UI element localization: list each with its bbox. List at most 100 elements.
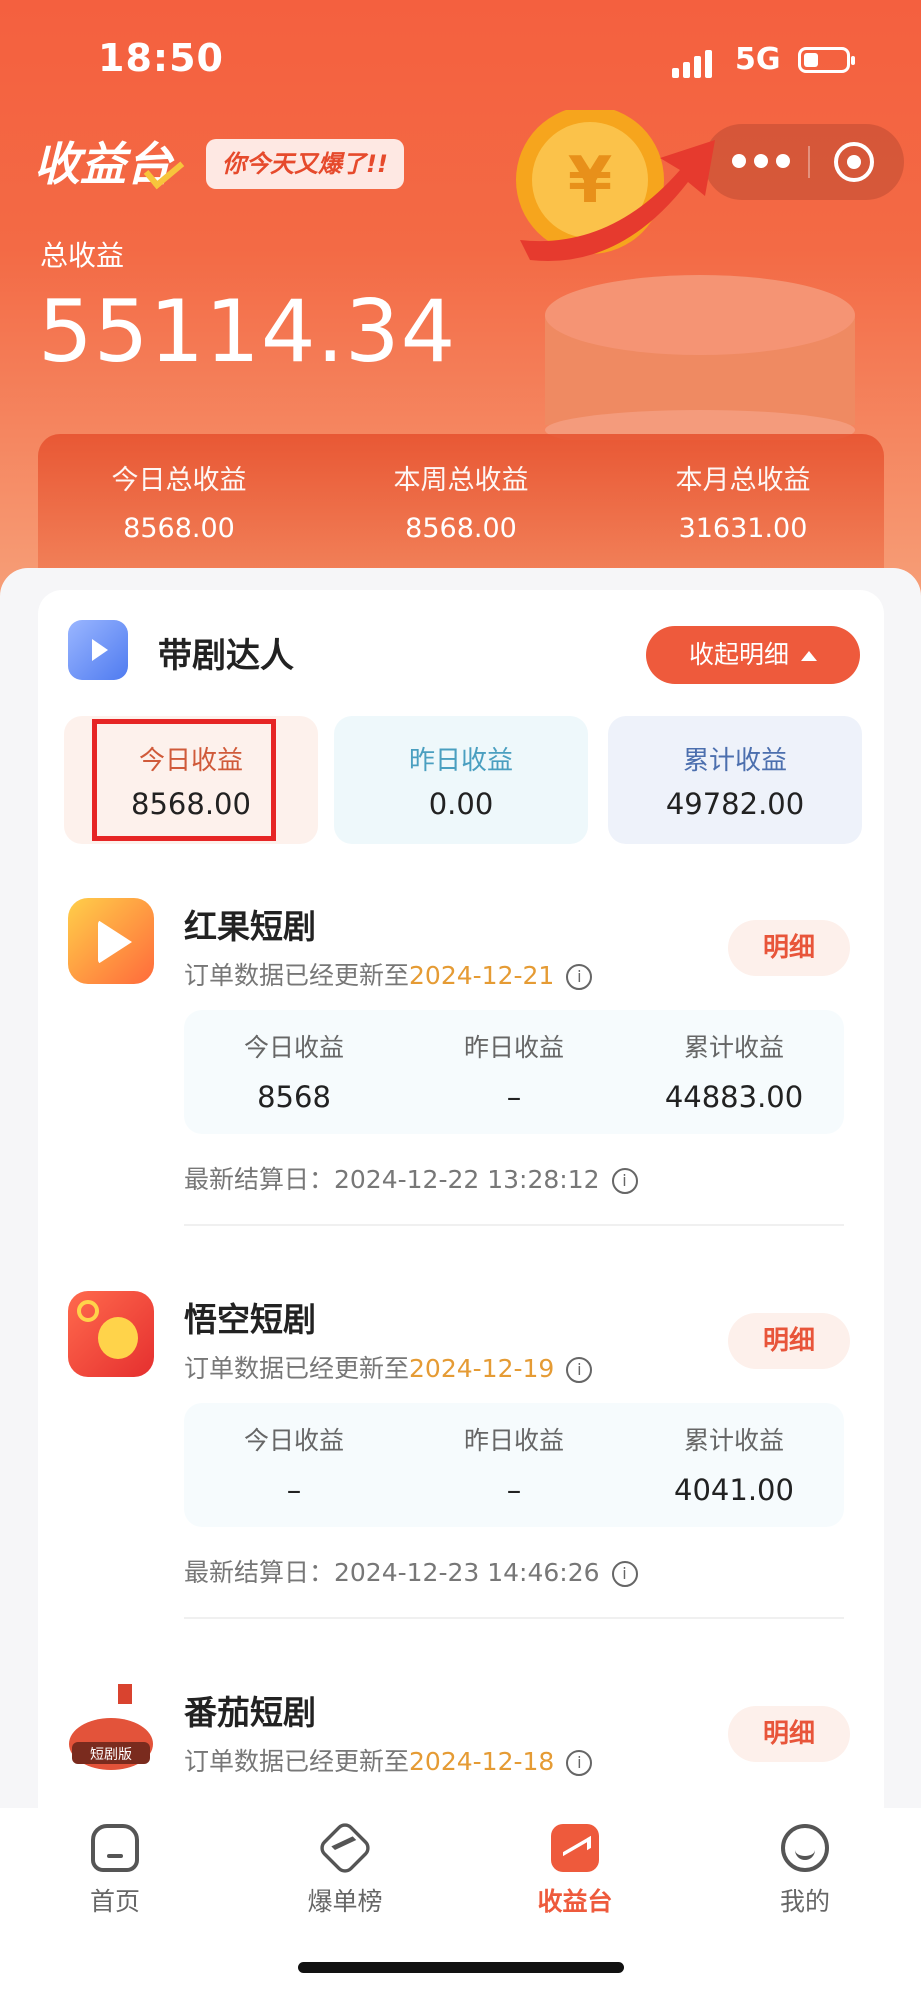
stat-value: 49782.00 — [665, 787, 805, 821]
wukong-app-icon — [68, 1291, 154, 1377]
stat-label: 今日收益 — [138, 746, 243, 776]
platform-stat-yesterday: 昨日收益 – — [404, 1421, 624, 1507]
stat-value: 44883.00 — [664, 1080, 804, 1114]
summary-label: 本周总收益 — [393, 465, 529, 496]
coin-illustration: ¥ — [516, 110, 855, 440]
content-area: 带剧达人 收起明细 今日收益 8568.00 昨日收益 0.00 累计收益 49… — [0, 568, 921, 1830]
stat-label: 昨日收益 — [408, 746, 513, 776]
platform-update: 订单数据已经更新至2024-12-18 i — [184, 1742, 593, 1778]
update-date: 2024-12-19 — [409, 1354, 555, 1383]
caret-up-icon — [801, 651, 817, 661]
signal-icon — [672, 48, 718, 78]
slogan-badge: 你今天又爆了!! — [206, 139, 404, 189]
detail-button[interactable]: 明细 — [728, 1706, 850, 1762]
status-time: 18:50 — [98, 36, 224, 80]
svg-text:¥: ¥ — [568, 144, 613, 218]
platform-update: 订单数据已经更新至2024-12-19 i — [184, 1349, 593, 1385]
summary-label: 本月总收益 — [675, 465, 811, 496]
stat-value: 0.00 — [428, 787, 494, 821]
platform-stats: 今日收益 8568 昨日收益 – 累计收益 44883.00 — [184, 1010, 844, 1134]
tab-label: 首页 — [89, 1887, 140, 1916]
update-date: 2024-12-21 — [409, 961, 555, 990]
section-title: 带剧达人 — [158, 636, 294, 676]
stat-value: 8568.00 — [131, 787, 251, 821]
summary-week: 本周总收益 8568.00 — [320, 458, 602, 544]
header: 18:50 5G 收益台 你今天又爆了!! ¥ 总收益 55114.34 今日总… — [0, 0, 921, 620]
settle-text: 最新结算日：2024-12-22 13:28:12 — [184, 1165, 600, 1194]
platform-item: 悟空短剧 订单数据已经更新至2024-12-19 i 明细 今日收益 – 昨日收益… — [38, 1263, 884, 1655]
stat-value: – — [506, 1473, 522, 1507]
income-card: 带剧达人 收起明细 今日收益 8568.00 昨日收益 0.00 累计收益 49… — [38, 590, 884, 1830]
summary-label: 今日总收益 — [111, 465, 247, 496]
info-icon[interactable]: i — [566, 1750, 593, 1776]
platform-update: 订单数据已经更新至2024-12-21 i — [184, 956, 593, 992]
summary-today: 今日总收益 8568.00 — [38, 458, 320, 544]
hongguo-app-icon — [68, 898, 154, 984]
platform-item: 短剧版 番茄短剧 订单数据已经更新至2024-12-18 i 明细 — [38, 1656, 884, 1830]
tab-profile[interactable]: 我的 — [690, 1824, 920, 1918]
platform-name: 番茄短剧 — [184, 1693, 316, 1732]
platform-stat-cumulative: 累计收益 44883.00 — [624, 1028, 844, 1114]
stat-label: 昨日收益 — [463, 1033, 564, 1062]
stat-value: 4041.00 — [674, 1473, 794, 1507]
collapse-label: 收起明细 — [688, 640, 789, 669]
platform-name: 悟空短剧 — [184, 1300, 316, 1339]
profile-icon — [781, 1824, 829, 1872]
update-date: 2024-12-18 — [409, 1747, 555, 1776]
summary-value: 8568.00 — [123, 513, 235, 544]
total-income-label: 总收益 — [40, 239, 125, 272]
summary-value: 31631.00 — [678, 513, 808, 544]
stat-label: 今日收益 — [243, 1426, 344, 1455]
play-icon — [68, 620, 128, 680]
tab-label: 我的 — [779, 1887, 830, 1916]
settle-text: 最新结算日：2024-12-23 14:46:26 — [184, 1558, 600, 1587]
stat-cumulative: 累计收益 49782.00 — [608, 716, 862, 844]
stat-value: – — [506, 1080, 522, 1114]
summary-strip: 今日总收益 8568.00 本周总收益 8568.00 本月总收益 31631.… — [38, 434, 884, 574]
platform-stat-cumulative: 累计收益 4041.00 — [624, 1421, 844, 1507]
tab-home[interactable]: 首页 — [0, 1824, 230, 1918]
fanqie-app-icon: 短剧版 — [69, 1684, 153, 1770]
stat-today: 今日收益 8568.00 — [64, 716, 318, 844]
info-icon[interactable]: i — [611, 1561, 638, 1587]
platform-stat-today: 今日收益 – — [184, 1421, 404, 1507]
divider — [184, 1224, 844, 1226]
update-prefix: 订单数据已经更新至 — [184, 961, 410, 990]
total-income-value: 55114.34 — [38, 282, 457, 382]
detail-button[interactable]: 明细 — [728, 920, 850, 976]
summary-month: 本月总收益 31631.00 — [602, 458, 884, 544]
settlement-date: 最新结算日：2024-12-22 13:28:12 i — [184, 1160, 638, 1196]
hot-list-icon — [316, 1819, 374, 1877]
info-icon[interactable]: i — [566, 1357, 593, 1383]
platform-name: 红果短剧 — [184, 907, 316, 946]
page-title: 收益台 — [34, 137, 172, 191]
stat-label: 累计收益 — [683, 1033, 784, 1062]
stat-label: 今日收益 — [243, 1033, 344, 1062]
stat-label: 累计收益 — [683, 1426, 784, 1455]
update-prefix: 订单数据已经更新至 — [184, 1354, 410, 1383]
update-prefix: 订单数据已经更新至 — [184, 1747, 410, 1776]
platform-stat-today: 今日收益 8568 — [184, 1028, 404, 1114]
info-icon[interactable]: i — [566, 964, 593, 990]
stat-yesterday: 昨日收益 0.00 — [334, 716, 588, 844]
platform-item: 红果短剧 订单数据已经更新至2024-12-21 i 明细 今日收益 8568 昨… — [38, 870, 884, 1262]
tab-income[interactable]: 收益台 — [460, 1824, 690, 1918]
divider — [184, 1617, 844, 1619]
stat-label: 累计收益 — [682, 746, 787, 776]
platform-stat-yesterday: 昨日收益 – — [404, 1028, 624, 1114]
stat-label: 昨日收益 — [463, 1426, 564, 1455]
home-icon — [91, 1824, 139, 1872]
icon-caption: 短剧版 — [90, 1747, 132, 1763]
info-icon[interactable]: i — [611, 1168, 638, 1194]
collapse-details-button[interactable]: 收起明细 — [646, 626, 860, 684]
settlement-date: 最新结算日：2024-12-23 14:46:26 i — [184, 1553, 638, 1589]
stat-value: 8568 — [257, 1080, 331, 1114]
tab-hot-list[interactable]: 爆单榜 — [230, 1819, 460, 1918]
platform-stats: 今日收益 – 昨日收益 – 累计收益 4041.00 — [184, 1403, 844, 1527]
network-type: 5G — [735, 42, 781, 77]
detail-button[interactable]: 明细 — [728, 1313, 850, 1369]
tab-label: 爆单榜 — [307, 1887, 383, 1916]
income-icon — [551, 1824, 599, 1872]
summary-value: 8568.00 — [405, 513, 517, 544]
home-indicator — [298, 1962, 624, 1973]
